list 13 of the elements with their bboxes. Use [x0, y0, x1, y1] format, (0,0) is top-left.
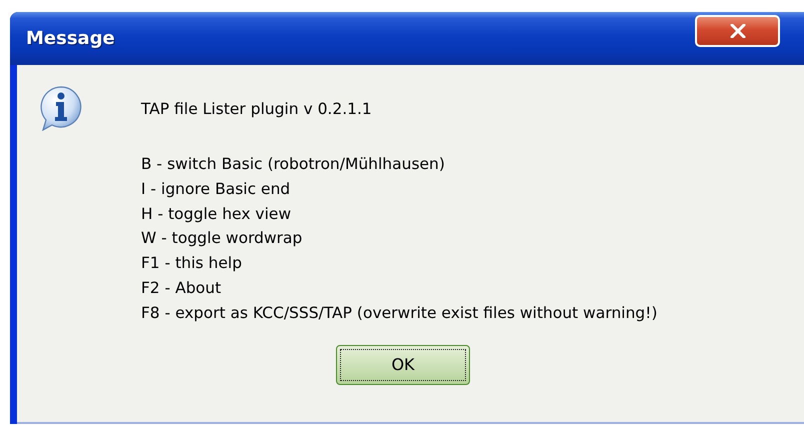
- info-icon: [38, 85, 84, 131]
- help-line: F2 - About: [141, 278, 222, 299]
- message-heading: TAP file Lister plugin v 0.2.1.1: [141, 99, 373, 120]
- help-line: I - ignore Basic end: [141, 178, 292, 200]
- close-icon: [730, 24, 746, 38]
- help-line: H - toggle hex view: [141, 204, 292, 225]
- window-title: Message: [26, 28, 115, 49]
- help-line: B - switch Basic (robotron/Mühlhausen): [141, 154, 446, 175]
- close-button[interactable]: [695, 15, 780, 47]
- help-line: F8 - export as KCC/SSS/TAP (overwrite exist files without warning!): [141, 302, 658, 324]
- help-line: W - toggle wordwrap: [141, 228, 304, 250]
- ok-button[interactable]: OK: [336, 344, 470, 385]
- help-line: F1 - this help: [141, 253, 243, 274]
